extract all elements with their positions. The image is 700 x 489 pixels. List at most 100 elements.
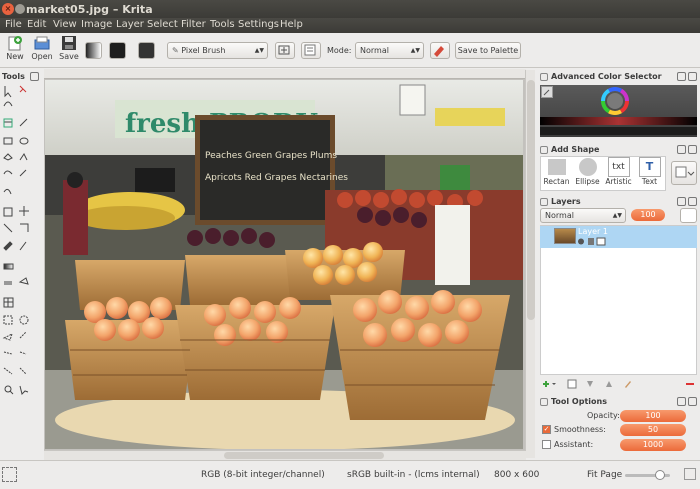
blend-mode-select[interactable]: Normal ▲▼	[355, 42, 424, 59]
grid-lines-icon	[4, 298, 13, 307]
zoom-slider-handle[interactable]	[655, 470, 665, 480]
polygon-tool-icon	[3, 153, 13, 161]
move-layer-up-icon	[606, 381, 612, 387]
shape-artistic-text[interactable]: txt Artistic	[603, 156, 634, 188]
menu-layer[interactable]: Layer	[116, 19, 144, 30]
rect-select-icon	[3, 315, 13, 325]
color-history-strip[interactable]	[540, 117, 697, 125]
eraser-mode-button[interactable]	[430, 42, 450, 59]
lock-icon	[588, 238, 594, 245]
canvas-area[interactable]: fresh PRODU Peaches Green Grapes Plums A…	[44, 69, 526, 461]
close-docker-button[interactable]	[688, 197, 697, 206]
hue-ring[interactable]	[600, 86, 630, 116]
close-docker-button[interactable]	[688, 397, 697, 406]
line-tool-icon	[19, 118, 28, 127]
mode-label: Mode:	[327, 46, 352, 55]
smoothness-slider[interactable]: 50	[620, 424, 686, 436]
canvas-horizontal-scrollbar[interactable]	[44, 450, 526, 460]
window-title: market05.jpg – Krita	[26, 3, 153, 16]
close-docker-button[interactable]	[688, 145, 697, 154]
fullscreen-icon[interactable]	[684, 468, 696, 480]
open-folder-icon	[34, 36, 50, 50]
layers-title: Layers	[551, 197, 581, 206]
selection-mode-icon[interactable]	[2, 467, 17, 482]
add-layer-menu-icon	[552, 383, 556, 385]
toolbox-float-button[interactable]	[30, 72, 39, 81]
zoom-slider[interactable]	[625, 470, 670, 480]
add-shape-docker: Add Shape Rectan Ellipse txt Artistic T …	[537, 143, 700, 195]
brush-settings-button[interactable]	[275, 42, 295, 59]
minimize-window-button[interactable]	[15, 4, 25, 14]
shape-text[interactable]: T Text	[634, 156, 665, 188]
close-window-button[interactable]: ×	[2, 3, 14, 15]
perspective-tool-icon	[20, 223, 29, 232]
color-selector-area[interactable]	[540, 85, 697, 137]
opacity-slider[interactable]: 100	[620, 410, 686, 422]
menu-edit[interactable]: Edit	[27, 19, 46, 30]
duplicate-layer-icon	[567, 379, 577, 389]
float-docker-button[interactable]	[677, 145, 686, 154]
shape-ellipse[interactable]: Ellipse	[572, 156, 603, 188]
shape-rectangle[interactable]: Rectan	[541, 156, 572, 188]
layer-opacity-slider[interactable]: 100	[631, 209, 665, 221]
freehand-path-icon	[3, 188, 12, 195]
new-button[interactable]: New	[2, 35, 28, 65]
edit-shapes-tool-icon	[19, 85, 27, 93]
assistant-checkbox[interactable]	[542, 440, 551, 449]
select-shapes-tool-icon	[4, 86, 12, 98]
layer-view-options-button[interactable]	[680, 208, 697, 223]
float-docker-button[interactable]	[677, 197, 686, 206]
brush-preset-select[interactable]: ✎ Pixel Brush ▲▼	[167, 42, 268, 59]
brush-tip-button[interactable]	[138, 42, 155, 59]
new-document-icon	[8, 36, 22, 51]
text-shape-icon: T	[638, 157, 661, 177]
brush-icon: ✎	[172, 46, 182, 55]
menu-view[interactable]: View	[53, 19, 77, 30]
menu-tools[interactable]: Tools	[210, 19, 235, 30]
layer-thumbnail	[554, 228, 576, 244]
menu-select[interactable]: Select	[147, 19, 178, 30]
ellipse-shape-icon	[578, 158, 597, 176]
smoothness-checkbox[interactable]: ✓	[542, 425, 551, 434]
horizontal-scroll-thumb[interactable]	[224, 452, 384, 459]
profile-status: sRGB built-in - (lcms internal)	[347, 470, 480, 480]
canvas-vertical-scrollbar[interactable]	[525, 70, 535, 458]
brush-editor-icon	[278, 45, 290, 55]
close-docker-button[interactable]	[688, 72, 697, 81]
save-to-palette-button[interactable]: Save to Palette	[455, 42, 521, 59]
menu-bar: File Edit View Image Layer Select Filter…	[0, 18, 700, 33]
menu-help[interactable]: Help	[280, 19, 303, 30]
chevron-down-icon: ▲▼	[410, 47, 420, 54]
vertical-scroll-thumb[interactable]	[527, 80, 535, 320]
color-picker-icon	[19, 241, 27, 251]
more-shapes-button[interactable]	[671, 161, 697, 185]
open-button[interactable]: Open	[29, 35, 55, 65]
menu-file[interactable]: File	[5, 19, 22, 30]
layer-blend-mode-select[interactable]: Normal ▲▼	[540, 208, 626, 223]
layer-row-layer-1[interactable]: Layer 1	[540, 226, 697, 248]
save-button[interactable]: Save	[56, 35, 82, 65]
assistant-slider[interactable]: 1000	[620, 439, 686, 451]
move-layer-down-icon	[587, 381, 593, 387]
zoom-status: Fit Page	[587, 470, 623, 480]
menu-image[interactable]: Image	[81, 19, 112, 30]
float-docker-button[interactable]	[677, 72, 686, 81]
color-model-status: RGB (8-bit integer/channel)	[201, 470, 325, 480]
menu-settings[interactable]: Settings	[238, 19, 279, 30]
market-photo[interactable]: fresh PRODU Peaches Green Grapes Plums A…	[45, 80, 523, 449]
pattern-selector-button[interactable]	[109, 42, 126, 59]
main-toolbar: New Open Save ✎ Pixel Brush ▲▼ Mode: Nor…	[0, 33, 700, 68]
presets-button[interactable]	[301, 42, 321, 59]
dynamic-brush-icon	[19, 169, 27, 177]
menu-filter[interactable]: Filter	[181, 19, 206, 30]
docker-icon	[540, 198, 548, 206]
gradient-selector-button[interactable]	[85, 42, 102, 59]
polygon-select-icon	[2, 333, 13, 341]
color-settings-icon[interactable]	[541, 86, 553, 98]
fill-tool-icon	[3, 241, 13, 251]
shapes-dropdown-icon	[675, 166, 695, 178]
float-docker-button[interactable]	[677, 397, 686, 406]
layers-docker: Layers Normal ▲▼ 100 Layer 1	[537, 195, 700, 395]
color-patches-strip[interactable]	[540, 127, 697, 135]
chalk-line-2: Apricots Red Grapes Nectarines	[205, 173, 348, 183]
